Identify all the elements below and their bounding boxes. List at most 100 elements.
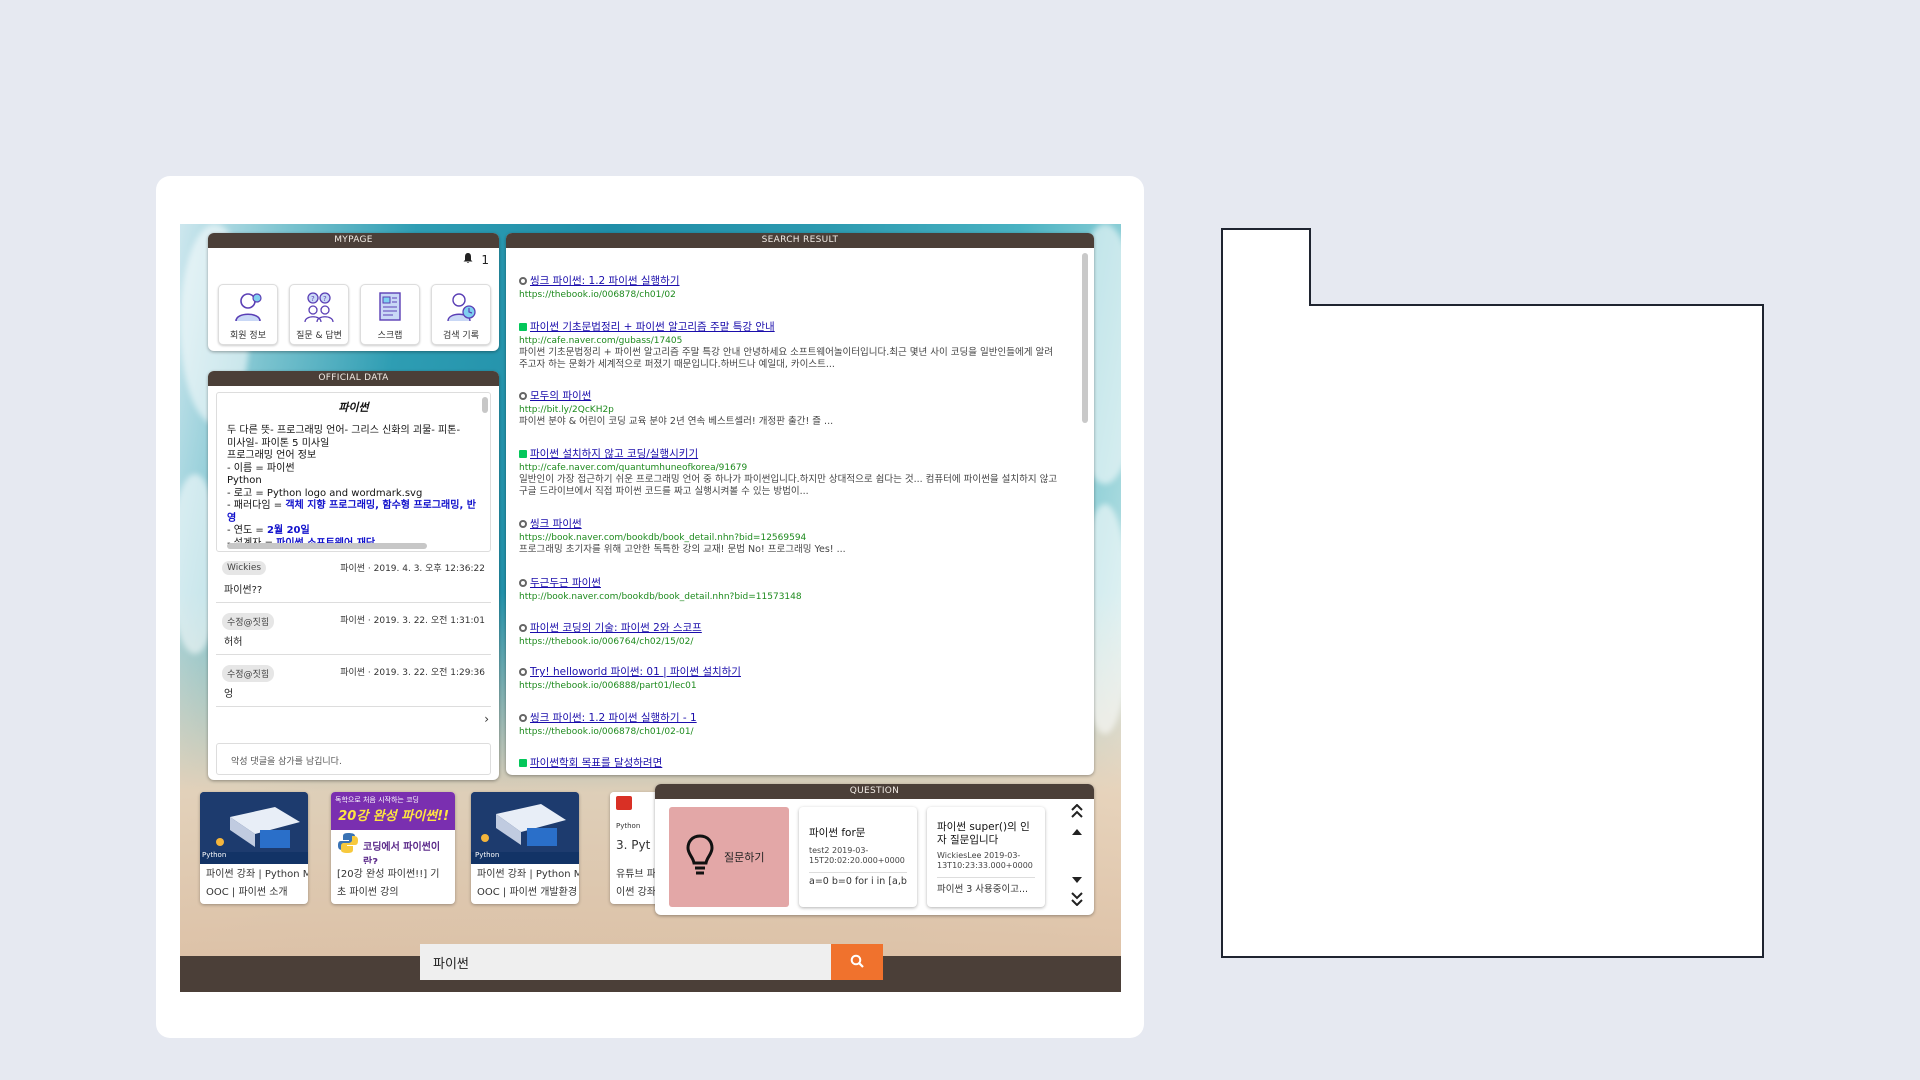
search-result-scrollbar[interactable] <box>1082 253 1088 423</box>
comment-item: 수정@짓힘 파이썬 · 2019. 3. 22. 오전 1:31:01 허허 <box>216 609 491 655</box>
scrap-label: 스크랩 <box>377 331 403 341</box>
scrap-button[interactable]: 스크랩 <box>360 284 420 345</box>
official-data-title: 파이썬 <box>338 401 369 414</box>
web-result-icon <box>519 623 527 632</box>
official-line: 프로그래밍 언어 정보 <box>227 450 317 461</box>
search-result-item[interactable]: 파이썬 코딩의 기술: 파이썬 2와 스코프 https://thebook.i… <box>519 620 1059 647</box>
official-data-header: OFFICIAL DATA <box>208 371 499 386</box>
result-title-link[interactable]: 두근두근 파이썬 <box>530 575 601 590</box>
search-result-item[interactable]: 파이썬학회 목표를 달성하려면 <box>519 755 1059 770</box>
official-year: - 연도 = 2월 20일 <box>227 525 310 536</box>
notification-count: 1 <box>481 252 489 267</box>
search-icon <box>850 953 864 972</box>
result-url: https://thebook.io/006764/ch02/15/02/ <box>519 637 694 647</box>
official-data-panel: OFFICIAL DATA 파이썬 두 다른 뜻- 프로그래밍 언어- 그리스 … <box>208 371 499 780</box>
member-info-icon <box>219 287 277 327</box>
search-input[interactable] <box>420 944 832 980</box>
comment-input[interactable]: 악성 댓글을 삼가를 남깁니다. <box>216 743 491 775</box>
web-result-icon <box>519 578 527 587</box>
video-card[interactable]: Python 파이썬 강좌 | Python M OOC | 파이썬 소개 <box>200 792 308 904</box>
naver-cafe-icon <box>519 322 527 331</box>
qna-button[interactable]: ?? 질문 & 답변 <box>289 284 349 345</box>
search-result-item[interactable]: 씽크 파이썬: 1.2 파이썬 실행하기 https://thebook.io/… <box>519 273 1059 300</box>
result-url: https://thebook.io/006888/part01/lec01 <box>519 681 697 691</box>
video-badge: Python <box>202 851 227 859</box>
comment-text: 허허 <box>224 637 243 648</box>
scroll-up-caret-icon[interactable] <box>1070 826 1084 839</box>
search-result-item[interactable]: 파이썬 기초문법정리 + 파이썬 알고리즘 주말 특강 안내 http://ca… <box>519 319 1059 371</box>
year-link[interactable]: 2월 20일 <box>267 525 310 536</box>
app-viewport: MYPAGE 1 회원 정보 ?? 질문 & 답변 스크랩 검색 기록 OFFI… <box>180 224 1121 992</box>
python-logo-icon <box>337 832 359 858</box>
official-horizontal-scrollbar[interactable] <box>227 543 427 549</box>
official-line: - 이름 = 파이썬 <box>227 462 295 474</box>
result-title-link[interactable]: 모두의 파이썬 <box>530 388 591 403</box>
search-result-item[interactable]: 파이썬 설치하지 않고 코딩/실행시키기 http://cafe.naver.c… <box>519 446 1059 498</box>
comment-meta: 파이썬 · 2019. 3. 22. 오전 1:31:01 <box>340 616 485 626</box>
naver-cafe-icon <box>519 449 527 458</box>
video-card[interactable]: Python 파이썬 강좌 | Python M OOC | 파이썬 개발환경 <box>471 792 579 904</box>
question-card[interactable]: 파이썬 for문 test2 2019-03-15T20:02:20.000+0… <box>799 807 917 907</box>
official-vertical-scrollbar[interactable] <box>482 397 488 413</box>
official-line: 두 다른 뜻- 프로그래밍 언어- 그리스 신화의 괴물- 피톤- <box>227 425 461 436</box>
result-url: http://cafe.naver.com/gubass/17405 <box>519 336 683 346</box>
result-title-link[interactable]: 파이썬 설치하지 않고 코딩/실행시키기 <box>530 446 698 461</box>
qna-icon: ?? <box>290 287 348 327</box>
scroll-top-double-chevron-icon[interactable] <box>1070 803 1084 821</box>
search-button[interactable] <box>831 944 883 980</box>
video-thumb-small: Python <box>616 822 641 830</box>
video-caption: OOC | 파이썬 개발환경 <box>477 887 578 898</box>
comment-author[interactable]: 수정@짓힘 <box>222 613 275 630</box>
member-info-label: 회원 정보 <box>230 331 266 341</box>
result-title-link[interactable]: 파이썬 기초문법정리 + 파이썬 알고리즘 주말 특강 안내 <box>530 319 775 334</box>
result-description: 프로그래밍 초기자를 위해 고안한 독특한 강의 교재! 문법 No! 프로그래… <box>519 544 846 555</box>
comment-text: 파이썬?? <box>224 585 263 596</box>
result-title-link[interactable]: 씽크 파이썬: 1.2 파이썬 실행하기 - 1 <box>530 710 697 725</box>
comment-meta: 파이썬 · 2019. 3. 22. 오전 1:29:36 <box>340 668 485 678</box>
member-info-button[interactable]: 회원 정보 <box>218 284 278 345</box>
search-result-item[interactable]: 씽크 파이썬 https://book.naver.com/bookdb/boo… <box>519 516 1059 556</box>
video-caption: 초 파이썬 강의 <box>337 887 399 898</box>
question-meta: test2 2019-03-15T20:02:20.000+0000 <box>809 846 905 865</box>
search-result-panel: SEARCH RESULT 씽크 파이썬: 1.2 파이썬 실행하기 https… <box>506 233 1094 775</box>
question-body: 파이썬 3 사용중이고... <box>937 877 1035 895</box>
scroll-bottom-double-chevron-icon[interactable] <box>1070 892 1084 909</box>
web-result-icon <box>519 713 527 722</box>
search-result-item[interactable]: Try! helloworld 파이썬: 01 | 파이썬 설치하기 https… <box>519 664 1059 691</box>
result-title-link[interactable]: Try! helloworld 파이썬: 01 | 파이썬 설치하기 <box>530 664 741 679</box>
mypage-header: MYPAGE <box>208 233 499 248</box>
video-caption: [20강 완성 파이썬!!] 기 <box>337 869 440 880</box>
ask-question-button[interactable]: 질문하기 <box>669 807 789 907</box>
result-title-link[interactable]: 씽크 파이썬 <box>530 516 582 531</box>
web-result-icon <box>519 519 527 528</box>
web-result-icon <box>519 276 527 285</box>
search-result-item[interactable]: 씽크 파이썬: 1.2 파이썬 실행하기 - 1 https://thebook… <box>519 710 1059 737</box>
video-thumbnail: 독학으로 처음 시작하는 코딩 20강 완성 파이썬!! 코딩에서 파이썬이란? <box>331 792 455 864</box>
search-result-item[interactable]: 모두의 파이썬 http://bit.ly/2QcKH2p 파이썬 분야 & 어… <box>519 388 1059 428</box>
result-description: 파이썬 기초문법정리 + 파이썬 알고리즘 주말 특강 안내 안녕하세요 소프트… <box>519 347 1053 370</box>
result-url: http://bit.ly/2QcKH2p <box>519 405 614 415</box>
result-url: https://thebook.io/006878/ch01/02-01/ <box>519 727 694 737</box>
result-url: http://book.naver.com/bookdb/book_detail… <box>519 592 802 602</box>
video-card[interactable]: 독학으로 처음 시작하는 코딩 20강 완성 파이썬!! 코딩에서 파이썬이란?… <box>331 792 455 904</box>
comment-author[interactable]: 수정@짓힘 <box>222 665 275 682</box>
search-history-icon <box>432 287 490 327</box>
search-result-item[interactable]: 두근두근 파이썬 http://book.naver.com/bookdb/bo… <box>519 575 1059 602</box>
official-line: - 로고 = Python logo and wordmark.svg <box>227 487 423 499</box>
result-title-link[interactable]: 파이썬 코딩의 기술: 파이썬 2와 스코프 <box>530 620 702 635</box>
video-thumbnail: Python <box>471 792 579 864</box>
scroll-down-caret-icon[interactable] <box>1070 874 1084 887</box>
question-meta: WickiesLee 2019-03-13T10:23:33.000+0000 <box>937 851 1033 870</box>
video-banner-main: 20강 완성 파이썬!! <box>338 809 449 824</box>
result-url: https://thebook.io/006878/ch01/02 <box>519 290 676 300</box>
result-title-link[interactable]: 씽크 파이썬: 1.2 파이썬 실행하기 <box>530 273 680 288</box>
question-card[interactable]: 파이썬 super()의 인자 질문입니다 WickiesLee 2019-03… <box>927 807 1045 907</box>
official-data-content[interactable]: 파이썬 두 다른 뜻- 프로그래밍 언어- 그리스 신화의 괴물- 피톤- 미사… <box>216 392 491 552</box>
comment-item: 수정@짓힘 파이썬 · 2019. 3. 22. 오전 1:29:36 엉 <box>216 661 491 707</box>
comment-author[interactable]: Wickies <box>222 561 267 575</box>
official-line: Python <box>227 475 262 486</box>
comment-next-chevron-icon[interactable]: › <box>484 712 489 726</box>
search-history-button[interactable]: 검색 기록 <box>431 284 491 345</box>
notification[interactable]: 1 <box>462 252 489 267</box>
result-title-link[interactable]: 파이썬학회 목표를 달성하려면 <box>530 755 662 770</box>
